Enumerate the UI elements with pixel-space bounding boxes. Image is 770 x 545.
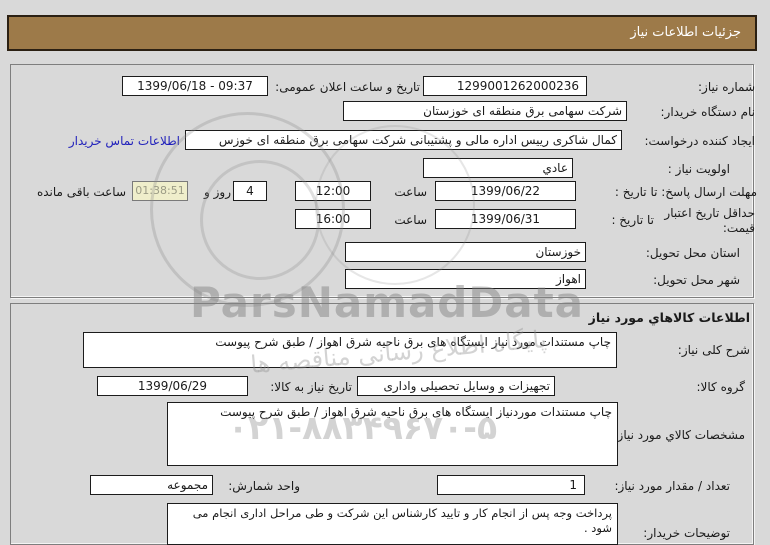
priority-field[interactable]: عادي bbox=[423, 158, 573, 178]
response-deadline-time-field[interactable]: 12:00 bbox=[295, 181, 371, 201]
price-validity-time-field[interactable]: 16:00 bbox=[295, 209, 371, 229]
delivery-province-label: استان محل تحویل: bbox=[645, 246, 740, 260]
unit-label: واحد شمارش: bbox=[228, 479, 300, 493]
buyer-contact-link[interactable]: اطلاعات تماس خریدار bbox=[48, 134, 180, 148]
announce-datetime-label: تاریخ و ساعت اعلان عمومی: bbox=[275, 80, 420, 94]
days-and-label: روز و bbox=[204, 185, 231, 199]
need-number-field[interactable]: 1299001262000236 bbox=[423, 76, 587, 96]
countdown-timer: 01:38:51 bbox=[132, 181, 188, 201]
price-validity-label: حداقل تاریخ اعتبار قیمت: bbox=[664, 206, 755, 235]
general-description-label: شرح کلی نیاز: bbox=[677, 343, 750, 357]
unit-field[interactable]: مجموعه bbox=[90, 475, 213, 495]
goods-specs-textarea[interactable]: چاپ مستندات موردنیاز ایستگاه های برق ناح… bbox=[167, 402, 618, 466]
priority-label: اولویت نیاز : bbox=[667, 162, 730, 176]
announce-datetime-field[interactable]: 1399/06/18 - 09:37 bbox=[122, 76, 268, 96]
hours-remaining-label: ساعت باقی مانده bbox=[36, 185, 126, 199]
request-creator-field[interactable]: کمال شاکری رییس اداره مالی و پشتیبانی شر… bbox=[185, 130, 622, 150]
days-remaining-field[interactable]: 4 bbox=[233, 181, 267, 201]
delivery-city-field[interactable]: اهواز bbox=[345, 269, 586, 289]
page-title: جزئیات اطلاعات نیاز bbox=[7, 15, 757, 51]
delivery-province-field[interactable]: خوزستان bbox=[345, 242, 586, 262]
validity-hour-label: ساعت bbox=[394, 213, 427, 227]
deadline-hour-label: ساعت bbox=[394, 185, 427, 199]
buyer-name-field[interactable]: شرکت سهامی برق منطقه ای خوزستان bbox=[343, 101, 627, 121]
need-number-label: شماره نیاز: bbox=[698, 80, 755, 94]
goods-need-date-field[interactable]: 1399/06/29 bbox=[97, 376, 248, 396]
goods-section-header: اطلاعات کالاهاي مورد نیاز bbox=[588, 310, 750, 325]
quantity-field[interactable]: 1 bbox=[437, 475, 585, 495]
quantity-label: تعداد / مقدار مورد نیاز: bbox=[614, 479, 730, 493]
response-deadline-date-field[interactable]: 1399/06/22 bbox=[435, 181, 576, 201]
goods-specs-label: مشخصات کالاي مورد نیاز: bbox=[613, 428, 745, 442]
general-description-textarea[interactable]: چاپ مستندات مورد نیاز ایستگاه های برق نا… bbox=[83, 332, 617, 368]
buyer-notes-label: توضیحات خریدار: bbox=[643, 526, 730, 540]
goods-group-label: گروه کالا: bbox=[696, 380, 746, 394]
goods-group-field[interactable]: تجهیزات و وسایل تحصیلی واداری bbox=[357, 376, 555, 396]
buyer-name-label: نام دستگاه خریدار: bbox=[660, 105, 756, 119]
until-date-label: تا تاریخ : bbox=[611, 213, 654, 227]
goods-need-date-label: تاریخ نیاز به کالا: bbox=[270, 380, 352, 394]
response-deadline-label: مهلت ارسال پاسخ: تا تاریخ : bbox=[614, 185, 757, 199]
price-validity-date-field[interactable]: 1399/06/31 bbox=[435, 209, 576, 229]
request-creator-label: ایجاد کننده درخواست: bbox=[644, 134, 755, 148]
buyer-notes-textarea[interactable]: پرداخت وجه پس از انجام کار و تایید کارشن… bbox=[167, 503, 618, 545]
delivery-city-label: شهر محل تحویل: bbox=[653, 273, 740, 287]
need-details-panel bbox=[10, 64, 754, 298]
